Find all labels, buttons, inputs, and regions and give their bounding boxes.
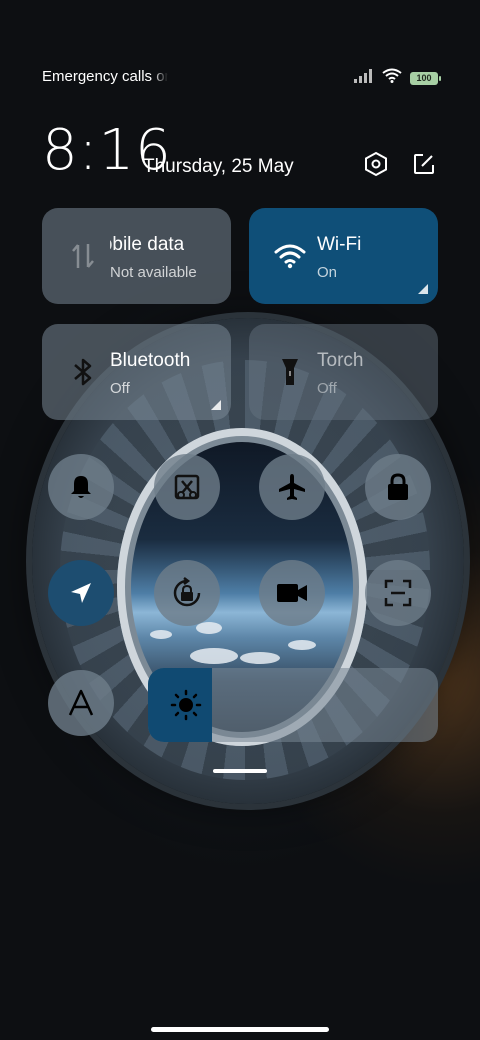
bluetooth-icon bbox=[66, 354, 100, 390]
video-camera-icon bbox=[277, 584, 307, 602]
location-toggle[interactable] bbox=[48, 560, 114, 626]
scanner-toggle[interactable] bbox=[365, 560, 431, 626]
sun-icon bbox=[170, 689, 202, 721]
airplane-mode-toggle[interactable] bbox=[259, 454, 325, 520]
mobile-data-icon bbox=[66, 238, 100, 274]
font-size-toggle[interactable] bbox=[48, 670, 114, 736]
wifi-label: Wi-Fi bbox=[317, 234, 362, 255]
scan-icon bbox=[384, 579, 412, 607]
torch-icon bbox=[273, 354, 307, 390]
mobile-data-tile[interactable]: Mobile data Not available bbox=[42, 208, 231, 304]
auto-rotate-lock-toggle[interactable] bbox=[154, 560, 220, 626]
signal-icon bbox=[354, 68, 374, 88]
mobile-data-label: Mobile data bbox=[86, 234, 185, 255]
wifi-status: On bbox=[317, 264, 338, 281]
font-a-icon bbox=[68, 689, 94, 716]
status-bar: Emergency calls only 100 bbox=[42, 66, 441, 88]
airplane-icon bbox=[279, 474, 305, 500]
bluetooth-status: Off bbox=[110, 380, 130, 397]
lock-icon bbox=[388, 473, 408, 500]
battery-icon: 100 bbox=[410, 71, 441, 85]
screenshot-toggle[interactable] bbox=[154, 454, 220, 520]
torch-label: Torch bbox=[317, 350, 364, 371]
mobile-data-status: Not available bbox=[110, 264, 197, 281]
settings-hexagon-icon[interactable] bbox=[362, 150, 390, 178]
edit-icon[interactable] bbox=[410, 150, 438, 178]
scissors-screenshot-icon bbox=[174, 474, 200, 500]
carrier-text: Emergency calls only bbox=[42, 68, 168, 85]
wifi-tile[interactable]: Wi-Fi On bbox=[249, 208, 438, 304]
location-arrow-icon bbox=[71, 583, 91, 603]
ring-toggle[interactable] bbox=[48, 454, 114, 520]
bell-icon bbox=[71, 476, 91, 498]
expand-corner-icon[interactable] bbox=[418, 284, 428, 294]
torch-tile[interactable]: Torch Off bbox=[249, 324, 438, 420]
clock-date: Thursday, 25 May bbox=[143, 156, 294, 177]
brightness-slider[interactable] bbox=[148, 668, 438, 742]
bluetooth-label: Bluetooth bbox=[110, 350, 191, 371]
home-indicator[interactable] bbox=[151, 1027, 329, 1032]
wifi-icon bbox=[273, 238, 307, 274]
torch-status: Off bbox=[317, 380, 337, 397]
lock-screen-toggle[interactable] bbox=[365, 454, 431, 520]
bluetooth-tile[interactable]: Bluetooth Off bbox=[42, 324, 231, 420]
panel-drag-handle[interactable] bbox=[213, 769, 267, 773]
rotation-lock-icon bbox=[173, 577, 201, 607]
wifi-icon bbox=[382, 68, 402, 88]
expand-corner-icon[interactable] bbox=[211, 400, 221, 410]
screen-recorder-toggle[interactable] bbox=[259, 560, 325, 626]
